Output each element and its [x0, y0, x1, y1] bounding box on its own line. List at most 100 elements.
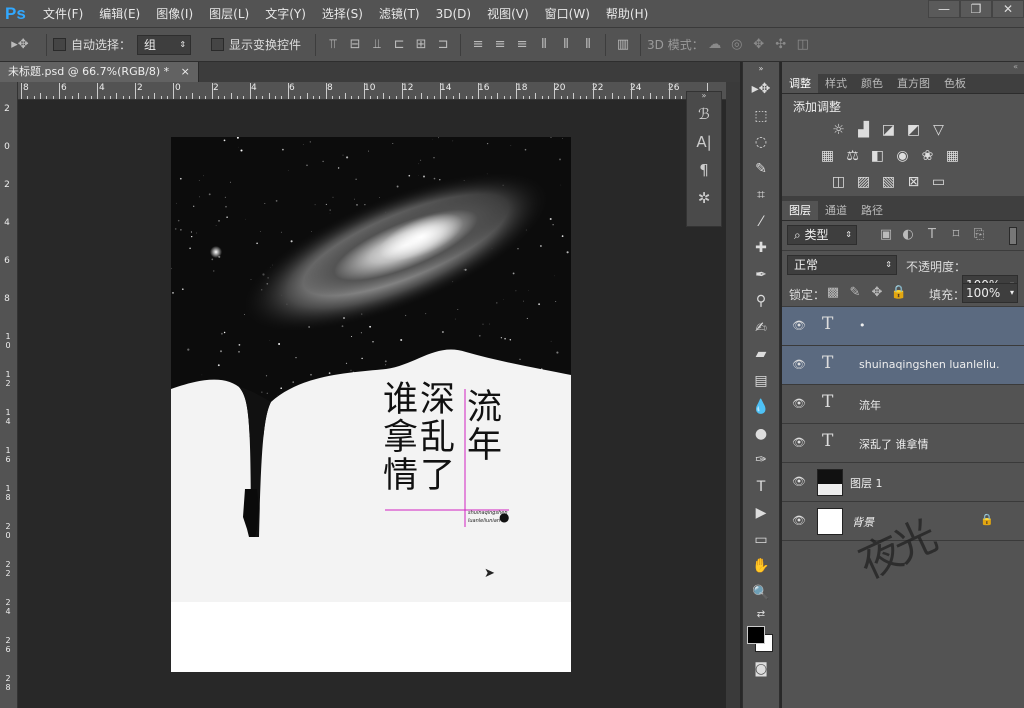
channel-mixer-icon[interactable]: ❀	[917, 146, 938, 166]
tab-swatches[interactable]: 色板	[937, 74, 973, 93]
gradient-tool-icon[interactable]: ▤	[743, 368, 779, 395]
auto-select-dropdown[interactable]: 组 ⇕	[137, 34, 192, 55]
layer-row[interactable]: 👁 T •	[782, 307, 1024, 346]
lock-image-icon[interactable]: ✎	[844, 283, 866, 303]
blur-tool-icon[interactable]: 💧	[743, 394, 779, 421]
restore-button[interactable]: ❐	[960, 0, 992, 18]
eraser-tool-icon[interactable]: ▰	[743, 341, 779, 368]
eye-icon[interactable]: 👁	[792, 397, 806, 410]
clone-stamp-tool-icon[interactable]: ⚲	[743, 288, 779, 315]
align-hcenter-icon[interactable]: ⊞	[410, 35, 432, 55]
close-icon[interactable]: ×	[181, 65, 190, 78]
3d-rotate-icon[interactable]: ☁	[704, 35, 726, 55]
distribute-left-icon[interactable]: ⦀	[533, 35, 555, 55]
layer-name[interactable]: 深乱了 谁拿情	[859, 436, 999, 452]
eye-icon[interactable]: 👁	[792, 319, 806, 332]
lock-transparent-icon[interactable]: ▩	[822, 283, 844, 303]
filter-pixel-icon[interactable]: ▣	[875, 225, 897, 245]
menu-filter[interactable]: 滤镜(T)	[371, 0, 428, 28]
layer-name[interactable]: shuinaqingshen luanleliu...	[859, 358, 999, 371]
align-left-icon[interactable]: ⊏	[388, 35, 410, 55]
document-poster[interactable]: 谁拿情 深乱了 流年 shuinaqingshen luanleliunian …	[171, 137, 571, 672]
eyedropper-tool-icon[interactable]: ⁄	[743, 209, 779, 236]
settings-wheel-icon[interactable]: ✲	[687, 184, 721, 212]
move-tool-icon[interactable]: ▸✥	[743, 76, 779, 103]
tab-channels[interactable]: 通道	[818, 201, 854, 220]
align-bottom-icon[interactable]: ⫫	[366, 35, 388, 55]
align-top-icon[interactable]: ⫪	[322, 35, 344, 55]
layer-name[interactable]: 图层 1	[850, 475, 990, 491]
swap-colors-icon[interactable]: ⇄	[743, 606, 779, 624]
gradient-map-icon[interactable]: ▭	[928, 172, 949, 192]
poster-pinyin-line2[interactable]: luanleliunian	[468, 518, 500, 525]
levels-icon[interactable]: ▟	[853, 120, 874, 140]
poster-dot[interactable]: ●	[499, 510, 509, 524]
canvas-area[interactable]: 谁拿情 深乱了 流年 shuinaqingshen luanleliunian …	[18, 100, 726, 708]
exposure-icon[interactable]: ◩	[903, 120, 924, 140]
3d-pan-icon[interactable]: ✥	[748, 35, 770, 55]
type-tool-icon[interactable]: T	[743, 474, 779, 501]
tab-histogram[interactable]: 直方图	[890, 74, 937, 93]
ruler-horizontal[interactable]: 8 6 4 2 0 2 4 6 8 10 12 14 16 18 20 22 2…	[18, 82, 726, 100]
3d-roll-icon[interactable]: ◎	[726, 35, 748, 55]
move-tool-preset-icon[interactable]: ▸✥	[0, 35, 40, 55]
quick-select-tool-icon[interactable]: ✎	[743, 156, 779, 183]
character-icon[interactable]: A|	[687, 128, 721, 156]
blend-mode-dropdown[interactable]: 正常 ⇕	[787, 255, 897, 275]
auto-select-checkbox[interactable]	[53, 38, 66, 51]
tab-paths[interactable]: 路径	[854, 201, 890, 220]
filter-toggle[interactable]	[1009, 227, 1017, 245]
collapse-arrows-icon[interactable]: «	[782, 62, 1024, 74]
menu-view[interactable]: 视图(V)	[479, 0, 537, 28]
fill-input[interactable]: 100% ▾	[962, 283, 1018, 303]
dodge-tool-icon[interactable]: ●	[743, 421, 779, 448]
posterize-icon[interactable]: ▨	[853, 172, 874, 192]
path-select-tool-icon[interactable]: ▶	[743, 500, 779, 527]
lock-position-icon[interactable]: ✥	[866, 283, 888, 303]
paragraph-styles-icon[interactable]: ℬ	[687, 100, 721, 128]
eye-icon[interactable]: 👁	[792, 436, 806, 449]
filter-type-icon[interactable]: T	[921, 225, 943, 245]
auto-align-icon[interactable]: ▥	[612, 35, 634, 55]
distribute-top-icon[interactable]: ≡	[467, 35, 489, 55]
threshold-icon[interactable]: ▧	[878, 172, 899, 192]
3d-slide-icon[interactable]: ✣	[770, 35, 792, 55]
paragraph-icon[interactable]: ¶	[687, 156, 721, 184]
close-button[interactable]: ✕	[992, 0, 1024, 18]
brightness-icon[interactable]: ☼	[828, 120, 849, 140]
tab-color[interactable]: 颜色	[854, 74, 890, 93]
color-lookup-icon[interactable]: ▦	[942, 146, 963, 166]
menu-file[interactable]: 文件(F)	[35, 0, 91, 28]
distribute-hcenter-icon[interactable]: ⦀	[555, 35, 577, 55]
align-vcenter-icon[interactable]: ⊟	[344, 35, 366, 55]
show-transform-checkbox[interactable]	[211, 38, 225, 51]
poster-text-column2[interactable]: 深乱了	[420, 381, 456, 495]
color-balance-icon[interactable]: ⚖	[842, 146, 863, 166]
marquee-tool-icon[interactable]: ⬚	[743, 103, 779, 130]
distribute-bottom-icon[interactable]: ≡	[511, 35, 533, 55]
curves-icon[interactable]: ◪	[878, 120, 899, 140]
vibrance-icon[interactable]: ▽	[928, 120, 949, 140]
menu-window[interactable]: 窗口(W)	[537, 0, 598, 28]
filter-shape-icon[interactable]: ⌑	[945, 225, 967, 245]
tab-adjustments[interactable]: 调整	[782, 74, 818, 93]
hue-saturation-icon[interactable]: ▦	[817, 146, 838, 166]
layer-row[interactable]: 👁 T 深乱了 谁拿情	[782, 424, 1024, 463]
menu-edit[interactable]: 编辑(E)	[91, 0, 148, 28]
history-brush-tool-icon[interactable]: ✍	[743, 315, 779, 342]
black-white-icon[interactable]: ◧	[867, 146, 888, 166]
menu-image[interactable]: 图像(I)	[148, 0, 201, 28]
poster-text-column1[interactable]: 谁拿情	[383, 381, 419, 495]
quick-mask-icon[interactable]: ◙	[743, 656, 779, 683]
document-tab[interactable]: 未标题.psd @ 66.7%(RGB/8) * ×	[0, 62, 199, 82]
foreground-color-swatch[interactable]	[747, 626, 765, 644]
healing-brush-tool-icon[interactable]: ✚	[743, 235, 779, 262]
menu-3d[interactable]: 3D(D)	[428, 0, 479, 28]
photo-filter-icon[interactable]: ◉	[892, 146, 913, 166]
layer-filter-dropdown[interactable]: ⌕ 类型 ⇕	[787, 225, 857, 245]
hand-tool-icon[interactable]: ✋	[743, 553, 779, 580]
vertical-scrollbar[interactable]	[726, 82, 740, 708]
layer-row[interactable]: 👁 图层 1	[782, 463, 1024, 502]
eye-icon[interactable]: 👁	[792, 475, 806, 488]
crop-tool-icon[interactable]: ⌗	[743, 182, 779, 209]
